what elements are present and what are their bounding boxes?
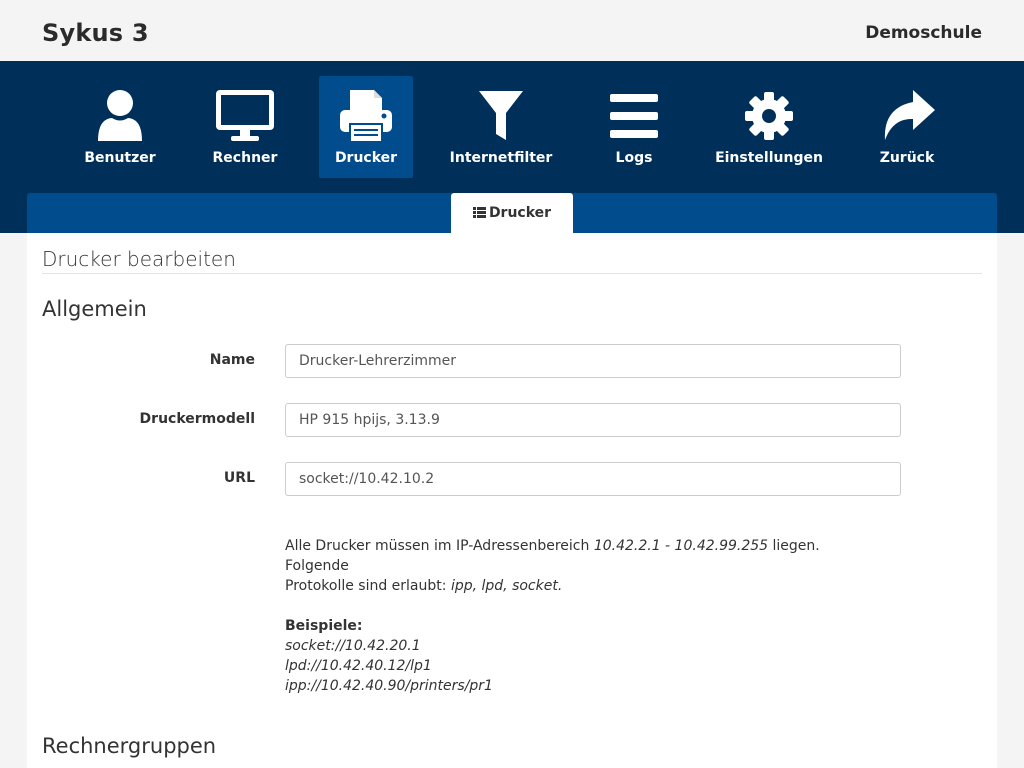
name-label: Name <box>209 352 255 368</box>
nav-item-rechner[interactable]: Rechner <box>198 76 292 178</box>
allowed-protocols: ipp, lpd, socket. <box>450 578 563 594</box>
help-line-1: Alle Drucker müssen im IP-Adressenbereic… <box>285 538 820 574</box>
tab-drucker[interactable]: Drucker <box>451 193 573 233</box>
user-icon <box>98 90 142 141</box>
school-name[interactable]: Demoschule <box>865 23 982 43</box>
nav-item-label: Benutzer <box>84 150 156 166</box>
nav-item-label: Einstellungen <box>715 150 823 166</box>
nav-item-benutzer[interactable]: Benutzer <box>73 76 167 178</box>
model-label: Druckermodell <box>139 411 255 427</box>
nav-item-logs[interactable]: Logs <box>587 76 681 178</box>
section-heading-groups: Rechnergruppen <box>42 734 217 758</box>
share-arrow-icon <box>884 90 935 140</box>
url-field[interactable] <box>285 462 901 496</box>
section-heading-general: Allgemein <box>42 297 147 321</box>
sub-nav: Drucker <box>27 193 997 233</box>
nav-item-zurueck[interactable]: Zurück <box>860 76 954 178</box>
help-line-2: Protokolle sind erlaubt: ipp, lpd, socke… <box>285 578 563 594</box>
title-divider <box>42 273 982 274</box>
ip-range: 10.42.2.1 - 10.42.99.255 <box>593 538 769 554</box>
nav-item-label: Drucker <box>334 150 398 166</box>
example-lpd: lpd://10.42.40.12/lp1 <box>285 658 432 674</box>
example-socket: socket://10.42.20.1 <box>285 638 421 654</box>
url-label: URL <box>223 470 255 486</box>
monitor-icon <box>216 90 274 141</box>
app-brand[interactable]: Sykus 3 <box>42 19 149 47</box>
nav-item-einstellungen[interactable]: Einstellungen <box>710 76 828 178</box>
model-field[interactable] <box>285 403 901 437</box>
nav-item-label: Internetfilter <box>449 150 553 166</box>
filter-icon <box>479 91 523 140</box>
nav-item-label: Zurück <box>879 150 935 166</box>
gear-icon <box>745 92 793 140</box>
top-bar: Sykus 3 Demoschule <box>0 0 1024 61</box>
name-field[interactable] <box>285 344 901 378</box>
nav-item-label: Rechner <box>212 150 278 166</box>
page-title: Drucker bearbeiten <box>42 247 236 271</box>
nav-item-label: Logs <box>615 150 653 166</box>
example-ipp: ipp://10.42.40.90/printers/pr1 <box>285 678 493 694</box>
content-panel: Drucker bearbeiten Allgemein Name Drucke… <box>27 233 997 768</box>
url-help-text: Alle Drucker müssen im IP-Adressenbereic… <box>285 536 885 696</box>
nav-item-internetfilter[interactable]: Internetfilter <box>445 76 557 178</box>
nav-item-drucker[interactable]: Drucker <box>319 76 413 178</box>
tab-label: Drucker <box>488 205 552 221</box>
th-list-icon <box>472 207 486 218</box>
examples-heading: Beispiele: <box>285 618 363 634</box>
printer-icon <box>340 90 392 143</box>
list-bars-icon <box>610 94 658 138</box>
